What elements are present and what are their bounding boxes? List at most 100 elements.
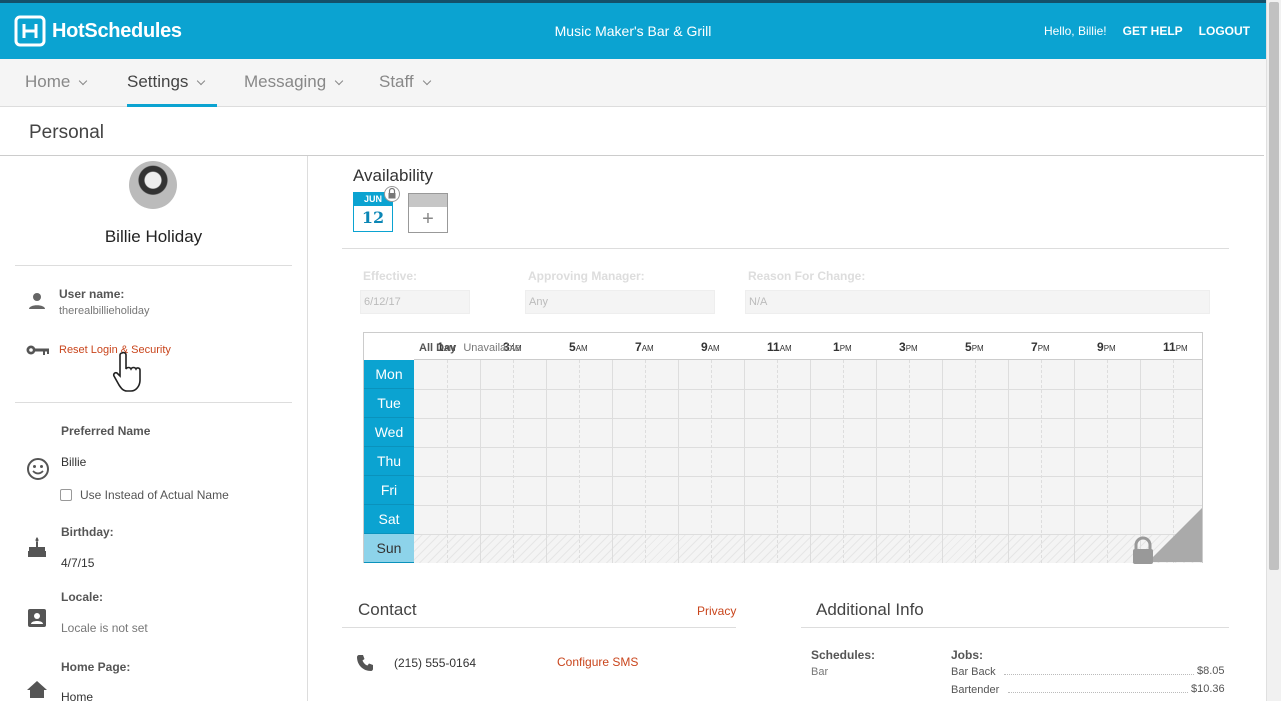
hour-period: PM [839, 344, 852, 353]
hour-value: 3 [899, 340, 906, 354]
locale-value: Locale is not set [61, 621, 148, 635]
locale-label: Locale: [61, 590, 104, 604]
approving-manager-field: Any [525, 290, 715, 314]
hour-period: AM [779, 344, 792, 353]
scrollbar-thumb[interactable] [1269, 2, 1279, 570]
phone-number: (215) 555-0164 [394, 656, 477, 670]
day-label-thu[interactable]: Thu [364, 447, 414, 476]
hour-value: 11 [767, 340, 780, 354]
divider [15, 265, 292, 266]
grid-line [1140, 360, 1141, 563]
grid-line [1041, 360, 1042, 563]
avatar[interactable] [129, 161, 177, 209]
birthday-label: Birthday: [61, 525, 114, 539]
grid-line [777, 360, 778, 563]
contact-title: Contact [358, 600, 417, 619]
hour-period: PM [971, 344, 984, 353]
grid-line [414, 447, 1202, 448]
divider [15, 402, 292, 403]
top-bar: HotSchedules Music Maker's Bar & Grill H… [0, 0, 1266, 59]
nav-staff[interactable]: Staff [379, 59, 431, 107]
lock-icon [384, 186, 400, 202]
hand-cursor-icon [112, 351, 141, 392]
smiley-icon [27, 458, 49, 480]
home-page-label: Home Page: [61, 660, 131, 674]
birthday-cake-icon [28, 537, 46, 557]
grid-line [975, 360, 976, 563]
hour-period: PM [1175, 344, 1188, 353]
username-value: therealbillieholiday [59, 305, 150, 317]
hour-period: AM [707, 344, 720, 353]
grid-line [810, 360, 811, 563]
use-instead-checkbox[interactable] [60, 489, 72, 501]
day-label-wed[interactable]: Wed [364, 418, 414, 447]
grid-line [579, 360, 580, 563]
phone-icon [357, 655, 373, 671]
hour-label: 11AM [767, 340, 792, 354]
leader-dots [1008, 682, 1188, 693]
sunday-all-day: All Day [419, 342, 457, 354]
grid-line [447, 360, 448, 563]
nav-home-label: Home [25, 72, 71, 91]
hour-value: 7 [635, 340, 642, 354]
availability-grid[interactable]: 1AM 3AM 5AM 7AM 9AM 11AM 1PM 3PM 5PM 7PM 9PM 11PM M… [363, 332, 1203, 563]
chevron-down-icon [79, 76, 88, 86]
chevron-down-icon [422, 76, 431, 86]
use-instead-label: Use Instead of Actual Name [80, 488, 229, 502]
grid-line [612, 360, 613, 563]
get-help-link[interactable]: GET HELP [1123, 24, 1183, 38]
user-icon [29, 293, 45, 309]
nav-messaging[interactable]: Messaging [244, 59, 344, 107]
reason-field: N/A [745, 290, 1210, 314]
day-label-fri[interactable]: Fri [364, 476, 414, 505]
contact-card-icon [28, 609, 46, 627]
hour-value: 5 [569, 340, 576, 354]
grid-line [414, 418, 1202, 419]
hour-period: PM [1103, 344, 1116, 353]
grid-line [876, 360, 877, 563]
main-nav: Home Settings Messaging Staff [0, 59, 1266, 107]
sunday-unavailable-row[interactable] [414, 534, 1202, 563]
hours-header: 1AM 3AM 5AM 7AM 9AM 11AM 1PM 3PM 5PM 7PM 9PM 11PM [414, 333, 1202, 360]
day-label-mon[interactable]: Mon [364, 360, 414, 389]
greeting: Hello, Billie! [1043, 24, 1107, 38]
hour-label: 5AM [569, 340, 588, 354]
nav-staff-label: Staff [379, 72, 414, 91]
divider [342, 248, 1229, 249]
hour-label: 9PM [1097, 340, 1116, 354]
job-name: Bar Back [951, 666, 996, 678]
grid-line [414, 505, 1202, 506]
hour-label: 1PM [833, 340, 852, 354]
lock-badge-icon [388, 187, 396, 199]
grid-line [645, 360, 646, 563]
day-label-tue[interactable]: Tue [364, 389, 414, 418]
grid-line [711, 360, 712, 563]
nav-home[interactable]: Home [25, 59, 88, 107]
grid-line [744, 360, 745, 563]
hour-value: 1 [833, 340, 840, 354]
hour-period: AM [575, 344, 588, 353]
page-scrollbar[interactable] [1266, 0, 1281, 701]
grid-line [480, 360, 481, 563]
grid-line [414, 534, 1202, 535]
privacy-link[interactable]: Privacy [697, 604, 736, 618]
preferred-name-value: Billie [61, 455, 87, 469]
birthday-value: 4/7/15 [61, 556, 95, 570]
effective-field: 6/12/17 [360, 290, 470, 314]
divider [342, 627, 736, 628]
logout-link[interactable]: LOGOUT [1199, 24, 1250, 38]
configure-sms-link[interactable]: Configure SMS [557, 655, 638, 669]
profile-panel: Billie Holiday User name: therealbillieh… [0, 156, 308, 704]
day-label-sat[interactable]: Sat [364, 505, 414, 534]
nav-settings[interactable]: Settings [127, 59, 217, 107]
grid-line [1008, 360, 1009, 563]
add-availability-button[interactable]: + [408, 193, 448, 233]
hour-period: AM [641, 344, 654, 353]
plus-icon: + [422, 208, 434, 230]
job-rate: $8.05 [1197, 665, 1225, 677]
hour-value: 5 [965, 340, 972, 354]
preferred-name-label: Preferred Name [61, 424, 151, 438]
day-label-sun[interactable]: Sun [364, 534, 414, 563]
grid-line [942, 360, 943, 563]
availability-title: Availability [353, 166, 434, 185]
